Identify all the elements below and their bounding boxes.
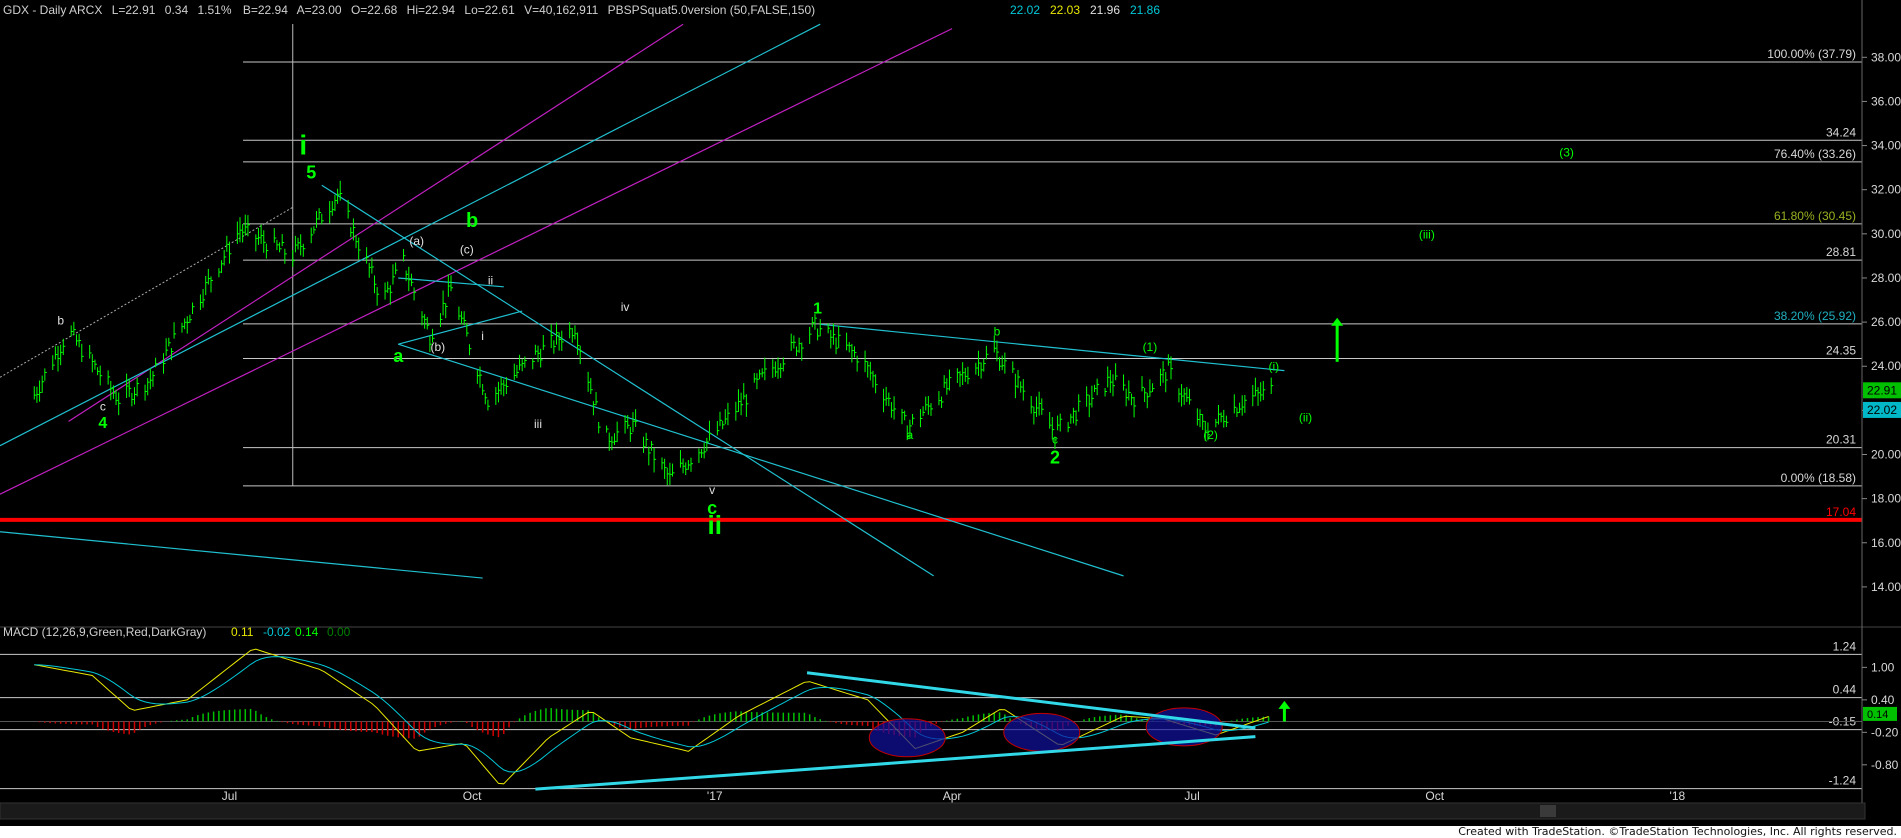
level-label: 100.00% (37.79) xyxy=(1767,47,1856,61)
header-indicator-value: 21.96 xyxy=(1090,3,1120,17)
wave-label: 5 xyxy=(306,163,316,183)
level-label: 61.80% (30.45) xyxy=(1774,209,1856,223)
header-volume: V=40,162,911 xyxy=(524,3,599,17)
wave-label: (3) xyxy=(1559,146,1574,160)
level-label: 76.40% (33.26) xyxy=(1774,147,1856,161)
header-indicator: PBSPSquat5.0version (50,FALSE,150) xyxy=(608,3,815,17)
x-tick-label: '18 xyxy=(1670,789,1686,803)
header-open: O=22.68 xyxy=(351,3,398,17)
chart-header: GDX - Daily ARCX L=22.91 0.34 1.51% B=22… xyxy=(3,3,815,17)
x-tick-label: Jul xyxy=(1184,789,1199,803)
chart-background xyxy=(0,0,1901,838)
price-badge-label: 22.02 xyxy=(1867,403,1897,417)
footer-credit: Created with TradeStation. ©TradeStation… xyxy=(1458,825,1897,838)
price-tick-label: 28.00 xyxy=(1871,271,1901,285)
horizontal-scrollbar[interactable] xyxy=(0,802,1866,820)
wave-label: iv xyxy=(621,300,630,314)
wave-label: c xyxy=(1052,432,1058,446)
wave-label: ii xyxy=(708,510,722,540)
price-badge-label: 22.91 xyxy=(1867,383,1897,397)
macd-highlight-ellipse xyxy=(868,718,946,758)
wave-label: i xyxy=(299,129,307,160)
header-high: Hi=22.94 xyxy=(407,3,456,17)
macd-highlight-ellipse xyxy=(1003,712,1081,752)
wave-label: (b) xyxy=(430,340,445,354)
price-tick-label: 36.00 xyxy=(1871,94,1901,108)
header-indicator-value: 22.02 xyxy=(1010,3,1040,17)
wave-label: ii xyxy=(488,274,493,288)
header-change-pct: 1.51% xyxy=(197,3,231,17)
price-tick-label: 20.00 xyxy=(1871,448,1901,462)
header-change: 0.34 xyxy=(165,3,189,17)
level-label: 38.20% (25.92) xyxy=(1774,309,1856,323)
header-ask: A=23.00 xyxy=(297,3,342,17)
level-label: 0.00% (18.58) xyxy=(1781,471,1856,485)
macd-level-label: -1.24 xyxy=(1829,774,1857,788)
price-tick-label: 30.00 xyxy=(1871,227,1901,241)
x-tick-label: Oct xyxy=(463,789,482,803)
price-tick-label: 14.00 xyxy=(1871,580,1901,594)
x-tick-label: Jul xyxy=(222,789,237,803)
chart-canvas: GDX - Daily ARCX L=22.91 0.34 1.51% B=22… xyxy=(0,0,1901,838)
wave-label: (2) xyxy=(1203,428,1218,442)
wave-label: (a) xyxy=(409,234,424,248)
price-tick-label: 24.00 xyxy=(1871,359,1901,373)
wave-label: b xyxy=(994,324,1001,338)
wave-label: 2 xyxy=(1050,447,1060,467)
wave-label: b xyxy=(57,313,64,327)
price-tick-label: 16.00 xyxy=(1871,536,1901,550)
level-label: 17.04 xyxy=(1826,505,1856,519)
header-last: L=22.91 xyxy=(112,3,156,17)
wave-label: (i) xyxy=(1269,360,1280,374)
macd-tick-label: 1.00 xyxy=(1871,660,1895,674)
macd-tick-label: -0.20 xyxy=(1871,725,1899,739)
wave-label: a xyxy=(907,428,914,442)
header-low: Lo=22.61 xyxy=(464,3,515,17)
scrollbar-thumb[interactable] xyxy=(1540,805,1556,817)
price-tick-label: 34.00 xyxy=(1871,139,1901,153)
header-indicator-value: 21.86 xyxy=(1130,3,1160,17)
wave-label: b xyxy=(466,210,478,232)
x-tick-label: Apr xyxy=(943,789,962,803)
level-label: 20.31 xyxy=(1826,433,1856,447)
macd-tick-label: -0.80 xyxy=(1871,758,1899,772)
wave-label: 1 xyxy=(813,300,822,317)
price-tick-label: 38.00 xyxy=(1871,50,1901,64)
wave-label: (c) xyxy=(460,243,474,257)
wave-label: a xyxy=(393,346,404,366)
wave-label: (1) xyxy=(1143,340,1158,354)
level-label: 34.24 xyxy=(1826,125,1856,139)
macd-badge-label: 0.14 xyxy=(1867,709,1888,721)
header-indicator-value: 22.03 xyxy=(1050,3,1080,17)
header-bid: B=22.94 xyxy=(243,3,288,17)
x-tick-label: '17 xyxy=(707,789,723,803)
x-tick-label: Oct xyxy=(1425,789,1444,803)
wave-label: v xyxy=(709,483,715,497)
wave-label: i xyxy=(481,329,484,343)
price-tick-label: 18.00 xyxy=(1871,492,1901,506)
price-tick-label: 26.00 xyxy=(1871,315,1901,329)
wave-label: iii xyxy=(534,417,542,431)
macd-level-label: 1.24 xyxy=(1833,639,1857,653)
wave-label: (iii) xyxy=(1419,227,1435,241)
wave-label: c xyxy=(100,399,106,413)
price-tick-label: 32.00 xyxy=(1871,183,1901,197)
header-symbol: GDX - Daily ARCX xyxy=(3,3,102,17)
macd-level-label: 0.44 xyxy=(1833,683,1857,697)
wave-label: 4 xyxy=(98,415,107,432)
level-label: 24.35 xyxy=(1826,344,1856,358)
macd-tick-label: 0.40 xyxy=(1871,693,1895,707)
level-label: 28.81 xyxy=(1826,245,1856,259)
wave-label: (ii) xyxy=(1299,410,1312,424)
